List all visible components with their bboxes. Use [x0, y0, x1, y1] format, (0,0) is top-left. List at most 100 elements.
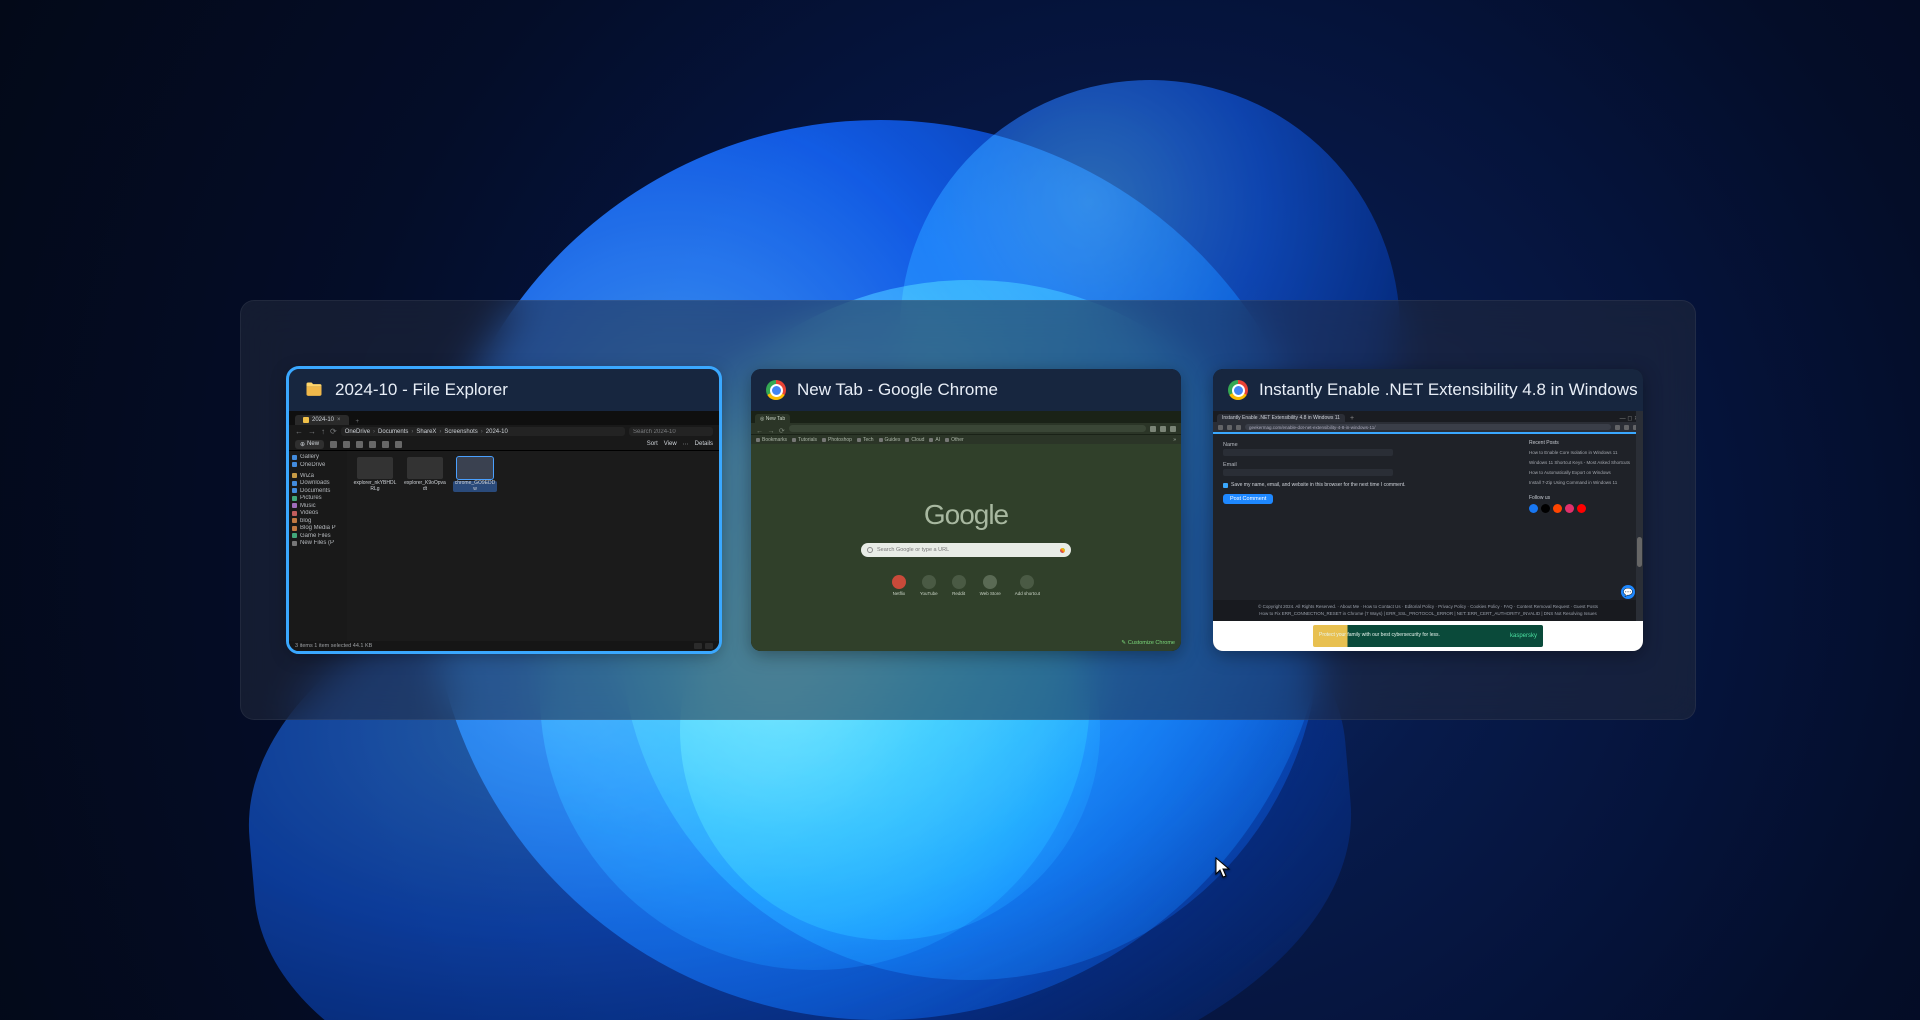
- reddit-icon[interactable]: [1553, 504, 1562, 513]
- ad-banner[interactable]: Protect your family with our best cybers…: [1313, 625, 1543, 647]
- task-thumbnail-preview: Instantly Enable .NET Extensibility 4.8 …: [1213, 411, 1643, 651]
- extensions-icon[interactable]: [1615, 425, 1620, 430]
- scrollbar[interactable]: [1636, 411, 1643, 621]
- instagram-icon[interactable]: [1565, 504, 1574, 513]
- shortcut-label: Reddit: [952, 591, 965, 596]
- sidebar-item[interactable]: blog: [292, 518, 344, 524]
- rename-icon[interactable]: [369, 441, 376, 448]
- back-icon[interactable]: ←: [756, 428, 763, 435]
- sidebar-item[interactable]: Videos: [292, 510, 344, 516]
- bookmark-item[interactable]: AI: [929, 437, 940, 443]
- customize-chrome-button[interactable]: ✎Customize Chrome: [1121, 640, 1175, 646]
- breadcrumb-item[interactable]: OneDrive: [345, 429, 370, 435]
- sidebar-link[interactable]: How to Enable Core Isolation in Windows …: [1529, 450, 1637, 456]
- refresh-icon[interactable]: ⟳: [330, 427, 337, 436]
- ntp-shortcut[interactable]: Reddit: [952, 575, 966, 596]
- breadcrumb-item[interactable]: 2024-10: [486, 429, 508, 435]
- sidebar-item[interactable]: Blog Media P: [292, 525, 344, 531]
- chrome-omnibox[interactable]: geekermag.com/enable-dot-net-extensibili…: [1245, 424, 1611, 430]
- menu-icon[interactable]: [1170, 426, 1176, 432]
- chrome-tab[interactable]: Instantly Enable .NET Extensibility 4.8 …: [1217, 414, 1345, 422]
- view-mode-grid-icon[interactable]: [705, 643, 713, 649]
- new-button-label: New: [307, 441, 319, 447]
- back-icon[interactable]: ←: [295, 427, 303, 436]
- sidebar-link[interactable]: Install 7-Zip Using Command in Windows 1…: [1529, 480, 1637, 486]
- file-item[interactable]: explorer_K9oOpvadt: [403, 457, 447, 492]
- save-info-checkbox[interactable]: Save my name, email, and website in this…: [1223, 482, 1513, 488]
- up-icon[interactable]: ↑: [321, 427, 325, 436]
- ntp-shortcut[interactable]: Web Store: [980, 575, 1001, 596]
- sidebar-item[interactable]: Game Files: [292, 533, 344, 539]
- view-mode-list-icon[interactable]: [694, 643, 702, 649]
- profile-icon[interactable]: [1160, 426, 1166, 432]
- sidebar-item[interactable]: Gallery: [292, 454, 344, 460]
- breadcrumb-item[interactable]: Documents: [378, 429, 408, 435]
- explorer-breadcrumb[interactable]: OneDrive› Documents› ShareX› Screenshots…: [341, 427, 625, 436]
- file-item[interactable]: explorer_nkYBHDLRLg: [353, 457, 397, 492]
- scrollbar-thumb[interactable]: [1637, 537, 1642, 567]
- close-icon[interactable]: ×: [337, 417, 341, 423]
- sidebar-item[interactable]: Music: [292, 503, 344, 509]
- share-icon[interactable]: [382, 441, 389, 448]
- reload-icon[interactable]: ⟳: [779, 428, 785, 435]
- sidebar-item[interactable]: New Files (P: [292, 540, 344, 546]
- back-icon[interactable]: [1218, 425, 1223, 430]
- paste-icon[interactable]: [356, 441, 363, 448]
- new-tab-button[interactable]: +: [1347, 415, 1357, 422]
- bookmark-item[interactable]: Tutorials: [792, 437, 817, 443]
- breadcrumb-item[interactable]: ShareX: [416, 429, 436, 435]
- post-comment-button[interactable]: Post Comment: [1223, 494, 1273, 504]
- sidebar-link[interactable]: Windows 11 Shortcut Keys - Most Asked Sh…: [1529, 460, 1637, 466]
- forward-icon[interactable]: →: [767, 428, 774, 435]
- delete-icon[interactable]: [395, 441, 402, 448]
- chrome-omnibox[interactable]: [789, 425, 1146, 432]
- new-button[interactable]: ⊕ New: [295, 440, 324, 449]
- bookmark-item[interactable]: Bookmarks: [756, 437, 787, 443]
- x-twitter-icon[interactable]: [1541, 504, 1550, 513]
- email-field[interactable]: [1223, 469, 1393, 476]
- sidebar-item[interactable]: WiZa: [292, 473, 344, 479]
- forward-icon[interactable]: [1227, 425, 1232, 430]
- sidebar-item[interactable]: Documents: [292, 488, 344, 494]
- extensions-icon[interactable]: [1150, 426, 1156, 432]
- bookmark-item[interactable]: Tech: [857, 437, 874, 443]
- bookmark-item[interactable]: Other: [945, 437, 964, 443]
- reload-icon[interactable]: [1236, 425, 1241, 430]
- task-thumbnail-titlebar: Instantly Enable .NET Extensibility 4.8 …: [1213, 369, 1643, 411]
- folder-icon: [303, 379, 325, 401]
- explorer-tab[interactable]: 2024-10×: [295, 415, 349, 425]
- ntp-search-box[interactable]: Search Google or type a URL: [861, 543, 1071, 557]
- chrome-tab-strip: Instantly Enable .NET Extensibility 4.8 …: [1213, 411, 1643, 422]
- task-thumbnail-file-explorer[interactable]: 2024-10 - File Explorer 2024-10× + ← → ↑…: [289, 369, 719, 651]
- copy-icon[interactable]: [343, 441, 350, 448]
- voice-search-icon[interactable]: [1060, 548, 1065, 553]
- sidebar-item[interactable]: Pictures: [292, 495, 344, 501]
- view-button[interactable]: View: [664, 441, 677, 447]
- task-thumbnail-chrome-page[interactable]: Instantly Enable .NET Extensibility 4.8 …: [1213, 369, 1643, 651]
- task-thumbnail-chrome-newtab[interactable]: New Tab - Google Chrome ◎ New Tab ← → ⟳ …: [751, 369, 1181, 651]
- bookmark-item[interactable]: Cloud: [905, 437, 924, 443]
- file-item[interactable]: chrome_GO9EDDw: [453, 457, 497, 492]
- youtube-icon[interactable]: [1577, 504, 1586, 513]
- new-tab-button[interactable]: +: [353, 419, 363, 425]
- chat-widget-button[interactable]: 💬: [1621, 585, 1635, 599]
- ntp-shortcut[interactable]: Netflix: [892, 575, 906, 596]
- shortcut-icon: [952, 575, 966, 589]
- sidebar-item[interactable]: OneDrive: [292, 462, 344, 468]
- ntp-shortcut[interactable]: YouTube: [920, 575, 938, 596]
- profile-icon[interactable]: [1624, 425, 1629, 430]
- sort-button[interactable]: Sort: [647, 441, 658, 447]
- breadcrumb-item[interactable]: Screenshots: [444, 429, 477, 435]
- cut-icon[interactable]: [330, 441, 337, 448]
- forward-icon[interactable]: →: [308, 427, 316, 436]
- bookmark-item[interactable]: Photoshop: [822, 437, 852, 443]
- ntp-shortcut[interactable]: Add shortcut: [1015, 575, 1040, 596]
- name-field[interactable]: [1223, 449, 1393, 456]
- sidebar-item[interactable]: Downloads: [292, 480, 344, 486]
- facebook-icon[interactable]: [1529, 504, 1538, 513]
- details-button[interactable]: Details: [695, 441, 713, 447]
- sidebar-link[interactable]: How to Automatically Export on Windows: [1529, 470, 1637, 476]
- bookmark-overflow[interactable]: »: [1173, 437, 1176, 443]
- explorer-search-input[interactable]: Search 2024-10: [629, 427, 713, 436]
- bookmark-item[interactable]: Guides: [879, 437, 901, 443]
